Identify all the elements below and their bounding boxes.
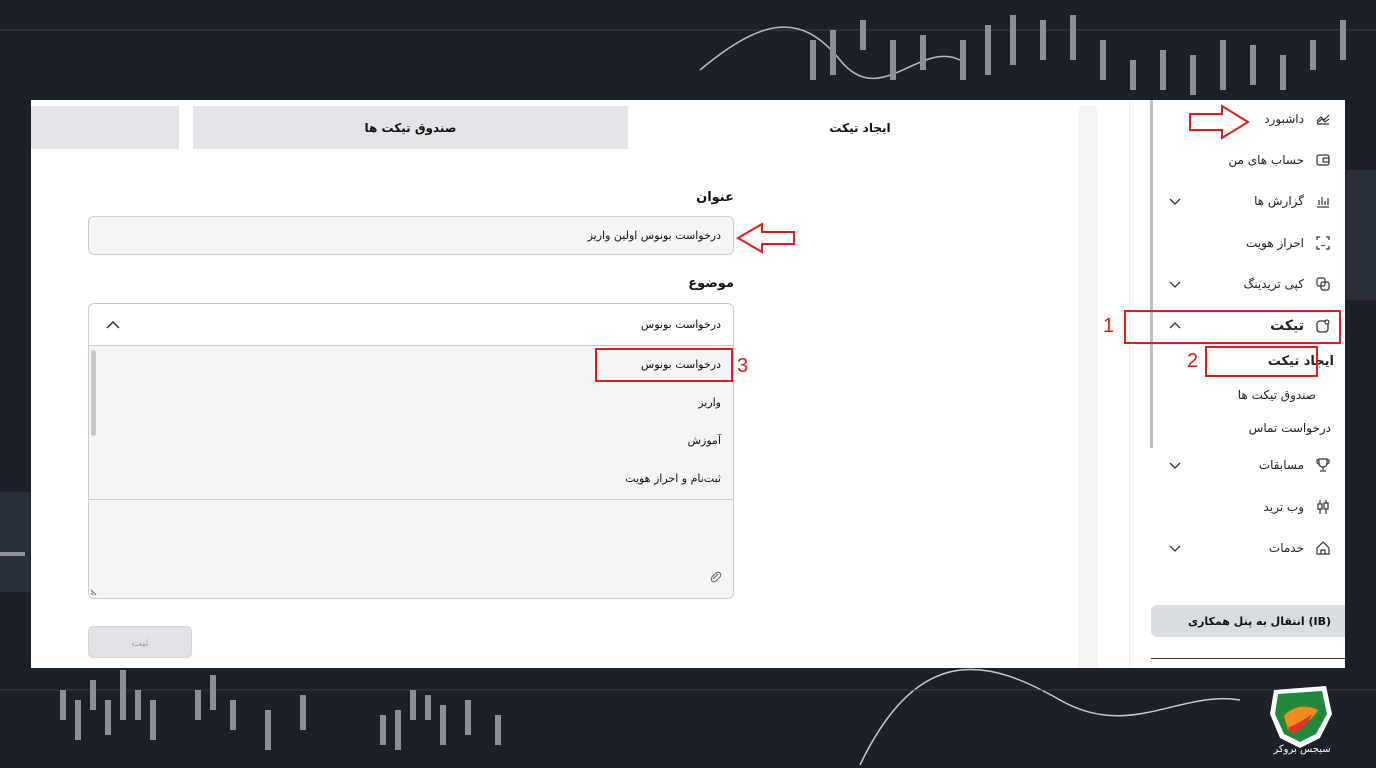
annotation-box-ticket <box>1124 310 1341 344</box>
sidebar-item-label: حساب های من <box>1228 153 1304 167</box>
copy-icon <box>1314 275 1332 293</box>
sub-item-ticket-inbox[interactable]: صندوق تیکت ها <box>1196 383 1316 407</box>
chevron-down-icon[interactable] <box>1168 541 1182 555</box>
trophy-icon <box>1314 456 1332 474</box>
sidebar-item-dashboard[interactable]: داشبورد <box>1160 104 1344 134</box>
sidebar-item-webtrade[interactable]: وب ترید <box>1160 492 1344 522</box>
option-registration[interactable]: ثبت‌نام و احراز هویت <box>625 472 721 485</box>
option-education[interactable]: آموزش <box>688 434 721 447</box>
sidebar-item-label: وب ترید <box>1263 500 1304 514</box>
wallet-icon <box>1314 151 1332 169</box>
sidebar-item-copy-trading[interactable]: کپی تریدینگ <box>1160 269 1344 299</box>
sidebar-divider <box>1151 658 1345 659</box>
chevron-down-icon[interactable] <box>1168 194 1182 208</box>
face-scan-icon <box>1314 234 1332 252</box>
attachment-icon[interactable] <box>709 570 723 584</box>
chevron-up-icon[interactable] <box>105 318 121 332</box>
sidebar-item-competitions[interactable]: مسابقات <box>1160 450 1344 480</box>
subject-select[interactable]: درخواست بونوس <box>88 303 734 346</box>
bar-chart-icon <box>1314 192 1332 210</box>
sidebar-item-my-accounts[interactable]: حساب های من <box>1160 145 1344 175</box>
candles-icon <box>1314 498 1332 516</box>
annotation-number-2: 2 <box>1187 350 1199 372</box>
message-textarea[interactable] <box>88 500 734 599</box>
sidebar-item-label: داشبورد <box>1264 112 1304 126</box>
annotation-box-bonus-option <box>595 348 733 382</box>
tab-create-ticket[interactable]: ایجاد تیکت <box>642 106 1078 149</box>
sidebar-item-label: گزارش ها <box>1254 194 1304 208</box>
submit-button[interactable]: ثبت <box>88 626 192 658</box>
tab-blank[interactable] <box>31 106 179 149</box>
sidebar-item-label: مسابقات <box>1258 458 1304 472</box>
title-label: عنوان <box>696 190 734 205</box>
option-deposit[interactable]: واریز <box>698 396 721 409</box>
ib-panel-button[interactable]: انتقال به پنل همکاری (IB) <box>1151 605 1345 637</box>
sidebar-item-label: خدمات <box>1268 541 1304 555</box>
sub-item-call-request[interactable]: درخواست تماس <box>1211 416 1331 440</box>
chart-icon <box>1314 110 1332 128</box>
chevron-down-icon[interactable] <box>1168 458 1182 472</box>
subject-label: موضوع <box>688 276 734 291</box>
sidebar: داشبورد حساب های من گزارش ها احراز هویت … <box>1129 100 1345 668</box>
content-gutter <box>1078 106 1098 668</box>
sidebar-item-label: کپی تریدینگ <box>1243 277 1304 291</box>
sidebar-item-reports[interactable]: گزارش ها <box>1160 186 1344 216</box>
resize-handle-icon[interactable] <box>90 586 100 596</box>
ticket-panel: صندوق تیکت ها ایجاد تیکت عنوان درخواست ب… <box>31 100 1345 668</box>
dropdown-scrollbar[interactable] <box>91 350 96 436</box>
sidebar-item-label: احراز هویت <box>1246 236 1304 250</box>
title-input-value: درخواست بونوس اولین واریز <box>587 229 721 242</box>
title-input[interactable]: درخواست بونوس اولین واریز <box>88 216 734 255</box>
home-icon <box>1314 539 1332 557</box>
sidebar-item-services[interactable]: خدمات <box>1160 533 1344 563</box>
brand-logo-text: سیجس بروکر <box>1273 744 1331 755</box>
tab-ticket-inbox[interactable]: صندوق تیکت ها <box>193 106 628 149</box>
annotation-number-3: 3 <box>737 355 749 377</box>
annotation-box-create-ticket <box>1205 346 1318 377</box>
annotation-number-1: 1 <box>1103 315 1115 337</box>
sidebar-item-kyc[interactable]: احراز هویت <box>1160 228 1344 258</box>
subject-select-value: درخواست بونوس <box>640 318 721 331</box>
chevron-down-icon[interactable] <box>1168 277 1182 291</box>
sidebar-scrollbar[interactable] <box>1150 100 1153 448</box>
